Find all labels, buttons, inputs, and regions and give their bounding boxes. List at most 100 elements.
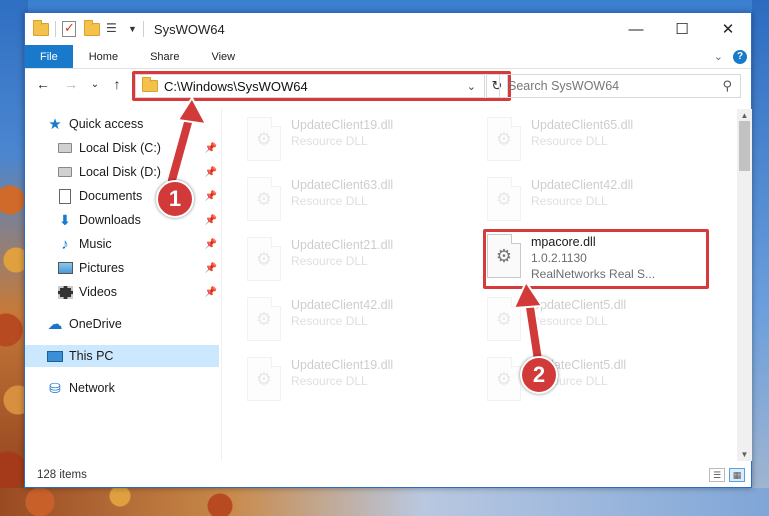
- file-tile[interactable]: ⚙ UpdateClient21.dll Resource DLL: [247, 237, 473, 287]
- title-bar: ☰ ▼ SysWOW64 — ☐ ✕: [25, 13, 751, 45]
- tab-view[interactable]: View: [195, 45, 251, 68]
- close-button[interactable]: ✕: [705, 13, 751, 45]
- file-tile[interactable]: ⚙ UpdateClient42.dll Resource DLL: [247, 297, 473, 347]
- step-marker-2: 2: [520, 356, 558, 394]
- file-name: UpdateClient5.dll: [531, 298, 627, 312]
- desktop-background-right: [752, 0, 769, 516]
- vertical-scrollbar[interactable]: ▲ ▼: [737, 109, 752, 461]
- window-title: SysWOW64: [153, 21, 225, 37]
- pin-icon[interactable]: 📌: [205, 215, 217, 226]
- pin-icon[interactable]: 📌: [205, 239, 217, 250]
- file-tile[interactable]: ⚙ UpdateClient5.dll Resource DLL: [487, 297, 713, 347]
- nav-item-videos[interactable]: Videos 📌: [57, 281, 219, 303]
- dll-file-icon: ⚙: [247, 297, 281, 341]
- file-tile[interactable]: ⚙ UpdateClient19.dll Resource DLL: [247, 357, 473, 407]
- nav-item-music[interactable]: ♪ Music 📌: [57, 233, 219, 255]
- toolbar-separator: [55, 21, 56, 37]
- nav-item-label: Downloads: [79, 213, 141, 227]
- view-toggle: ☰ ▦: [709, 468, 745, 482]
- file-name: UpdateClient19.dll: [291, 118, 394, 132]
- toolbar-separator: [142, 21, 144, 37]
- star-icon: ★: [48, 116, 62, 133]
- customize-toolbar-icon[interactable]: ☰: [106, 21, 122, 37]
- file-name: UpdateClient42.dll: [531, 178, 634, 192]
- file-tile[interactable]: ⚙ UpdateClient65.dll Resource DLL: [487, 117, 713, 167]
- nav-item-network[interactable]: ⛁ Network: [47, 377, 219, 399]
- file-type: Resource DLL: [531, 314, 608, 328]
- nav-item-documents[interactable]: Documents 📌: [57, 185, 219, 207]
- nav-item-label: OneDrive: [69, 317, 122, 331]
- file-tile[interactable]: ⚙ UpdateClient42.dll Resource DLL: [487, 177, 713, 227]
- nav-item-label: Documents: [79, 189, 143, 203]
- maximize-button[interactable]: ☐: [659, 13, 705, 45]
- navigation-pane: ★ Quick access Local Disk (C:) 📌 Local D…: [25, 109, 219, 461]
- search-placeholder: Search SysWOW64: [508, 79, 620, 93]
- forward-button[interactable]: →: [61, 76, 81, 92]
- nav-item-label: This PC: [69, 349, 114, 363]
- file-name: UpdateClient21.dll: [291, 238, 394, 252]
- step-marker-1: 1: [156, 180, 194, 218]
- status-bar: 128 items ☰ ▦: [25, 463, 751, 487]
- minimize-button[interactable]: —: [613, 13, 659, 45]
- file-explorer-window: ☰ ▼ SysWOW64 — ☐ ✕ File Home Share View …: [24, 12, 752, 488]
- dll-file-icon: ⚙: [487, 357, 521, 401]
- this-pc-icon: [47, 348, 63, 364]
- documents-icon: [57, 188, 73, 204]
- nav-item-local-disk-d[interactable]: Local Disk (D:) 📌: [57, 161, 219, 183]
- pin-icon[interactable]: 📌: [205, 191, 217, 202]
- file-type: Resource DLL: [531, 134, 608, 148]
- dll-file-icon: ⚙: [247, 357, 281, 401]
- pin-icon[interactable]: 📌: [205, 263, 217, 274]
- item-count: 128 items: [37, 469, 87, 481]
- file-tile-mpacore[interactable]: ⚙ mpacore.dll 1.0.2.1130 RealNetworks Re…: [487, 234, 713, 284]
- recent-locations-icon[interactable]: ⌄: [85, 79, 105, 90]
- nav-item-local-disk-c[interactable]: Local Disk (C:) 📌: [57, 137, 219, 159]
- dll-file-icon: ⚙: [247, 117, 281, 161]
- downloads-icon: ⬇: [59, 211, 71, 228]
- pin-icon[interactable]: 📌: [205, 143, 217, 154]
- address-row: ← → ⌄ ↑ C:\Windows\SysWOW64 ⌄ ↻ Search S…: [25, 71, 751, 101]
- tab-home[interactable]: Home: [73, 45, 134, 68]
- search-icon: ⚲: [722, 78, 732, 93]
- music-icon: ♪: [61, 235, 69, 253]
- nav-item-label: Videos: [79, 285, 117, 299]
- nav-item-pictures[interactable]: Pictures 📌: [57, 257, 219, 279]
- tab-file[interactable]: File: [25, 45, 73, 68]
- chevron-down-icon[interactable]: ▼: [128, 24, 137, 34]
- ribbon-right: ⌄ ?: [714, 45, 751, 68]
- help-icon[interactable]: ?: [733, 49, 747, 64]
- scroll-up-icon[interactable]: ▲: [737, 111, 752, 120]
- scrollbar-thumb[interactable]: [739, 121, 750, 171]
- scroll-down-icon[interactable]: ▼: [737, 450, 752, 459]
- tiles-view-icon[interactable]: ▦: [729, 468, 745, 482]
- properties-icon[interactable]: [62, 20, 78, 37]
- back-button[interactable]: ←: [33, 76, 53, 92]
- nav-item-onedrive[interactable]: ☁ OneDrive: [47, 313, 219, 335]
- file-name: UpdateClient42.dll: [291, 298, 394, 312]
- new-folder-icon[interactable]: [84, 20, 100, 37]
- file-tile[interactable]: ⚙ UpdateClient19.dll Resource DLL: [247, 117, 473, 167]
- pin-icon[interactable]: 📌: [205, 287, 217, 298]
- file-tile[interactable]: ⚙ UpdateClient63.dll Resource DLL: [247, 177, 473, 227]
- nav-item-label: Quick access: [69, 117, 144, 131]
- file-type: Resource DLL: [291, 194, 368, 208]
- drive-icon: [57, 140, 73, 156]
- details-view-icon[interactable]: ☰: [709, 468, 725, 482]
- videos-icon: [57, 284, 73, 300]
- dll-file-icon: ⚙: [487, 117, 521, 161]
- nav-item-quick-access[interactable]: ★ Quick access: [47, 113, 219, 135]
- drive-icon: [57, 164, 73, 180]
- tab-share[interactable]: Share: [134, 45, 195, 68]
- dll-file-icon: ⚙: [247, 177, 281, 221]
- file-name: mpacore.dll: [531, 235, 596, 249]
- dll-file-icon: ⚙: [487, 297, 521, 341]
- pin-icon[interactable]: 📌: [205, 167, 217, 178]
- expand-ribbon-icon[interactable]: ⌄: [714, 50, 723, 63]
- nav-item-downloads[interactable]: ⬇ Downloads 📌: [57, 209, 219, 231]
- nav-item-label: Music: [79, 237, 112, 251]
- address-highlight-box: [132, 71, 511, 101]
- file-type: Resource DLL: [291, 314, 368, 328]
- search-input[interactable]: Search SysWOW64 ⚲: [499, 74, 741, 98]
- nav-item-this-pc[interactable]: This PC: [25, 345, 219, 367]
- up-button[interactable]: ↑: [107, 76, 127, 92]
